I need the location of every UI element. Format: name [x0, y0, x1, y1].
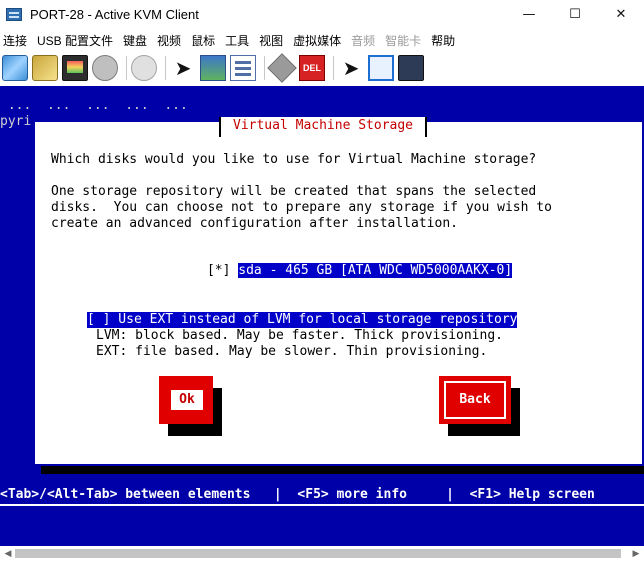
dialog-shadow	[41, 466, 644, 474]
capture-icon[interactable]	[92, 55, 118, 81]
menu-smart-card: 智能卡	[385, 33, 422, 48]
ok-button[interactable]: Ok	[159, 376, 213, 424]
back-button[interactable]: Back	[439, 376, 511, 424]
maximize-button[interactable]: ☐	[552, 0, 598, 28]
toolbar-separator	[333, 56, 334, 80]
disc-icon[interactable]	[131, 55, 157, 81]
ctrl-alt-del-icon[interactable]: DEL	[299, 55, 325, 81]
console-status-bar: <Tab>/<Alt-Tab> between elements | <F5> …	[0, 486, 644, 504]
console-bottom-strip	[0, 504, 644, 506]
dialog-description-line: disks. You can choose not to prepare any…	[51, 200, 552, 215]
menu-usb-profile[interactable]: USB 配置文件	[34, 32, 120, 49]
title-bar: PORT-28 - Active KVM Client — ☐ ✕	[0, 0, 644, 28]
window-controls: — ☐ ✕	[506, 0, 644, 28]
horizontal-scrollbar[interactable]: ◀ ▶	[0, 546, 644, 561]
menu-audio: 音频	[351, 33, 376, 48]
menu-help[interactable]: 帮助	[428, 32, 462, 49]
background-console-text: ... ... ... ... ...	[0, 98, 188, 113]
ext-note: EXT: file based. May be slower. Thin pro…	[96, 344, 488, 359]
back-button-label[interactable]: Back	[444, 381, 506, 419]
close-button[interactable]: ✕	[598, 0, 644, 28]
connect-icon[interactable]	[2, 55, 28, 81]
vm-storage-dialog: Virtual Machine Storage Which disks woul…	[33, 117, 644, 466]
menu-connection[interactable]: 连接	[0, 32, 34, 49]
dialog-description-line: One storage repository will be created t…	[51, 184, 537, 199]
menu-bar: 连接 USB 配置文件 键盘 视频 鼠标 工具 视图 虚拟媒体 音频 智能卡 帮…	[0, 28, 644, 52]
disk-checkbox[interactable]: [*]	[207, 263, 230, 278]
dialog-title: Virtual Machine Storage	[219, 117, 428, 137]
menu-view[interactable]: 视图	[256, 32, 290, 49]
disk-list-item[interactable]: [*] sda - 465 GB [ATA WDC WD5000AAKX-0]	[160, 247, 513, 295]
single-cursor-icon[interactable]: ➤	[338, 55, 364, 81]
toolbar-separator	[264, 56, 265, 80]
session-icon[interactable]	[32, 55, 58, 81]
scroll-left-icon[interactable]: ◀	[2, 546, 14, 561]
dialog-question: Which disks would you like to use for Vi…	[51, 152, 537, 167]
menu-keyboard[interactable]: 键盘	[120, 32, 154, 49]
disk-label: sda - 465 GB [ATA WDC WD5000AAKX-0]	[238, 263, 513, 278]
menu-video[interactable]: 视频	[154, 32, 188, 49]
lvm-note: LVM: block based. May be faster. Thick p…	[96, 328, 503, 343]
toolbar-separator	[126, 56, 127, 80]
sync-icon[interactable]	[200, 55, 226, 81]
menu-mouse[interactable]: 鼠标	[188, 32, 222, 49]
toolbar-separator	[165, 56, 166, 80]
ok-button-label[interactable]: Ok	[171, 390, 203, 410]
video-icon[interactable]	[62, 55, 88, 81]
kvm-app-icon	[6, 7, 22, 21]
dialog-description-line: create an advanced configuration after i…	[51, 216, 458, 231]
keyboard-icon[interactable]	[267, 53, 297, 83]
menu-tools[interactable]: 工具	[222, 32, 256, 49]
scroll-thumb[interactable]	[15, 549, 621, 558]
background-console-text: pyri	[0, 114, 32, 129]
macro-icon[interactable]	[398, 55, 424, 81]
menu-virtual-media[interactable]: 虚拟媒体	[290, 32, 348, 49]
kvm-screen[interactable]: ... ... ... ... ... pyri Virtual Machine…	[0, 86, 644, 546]
window-title: PORT-28 - Active KVM Client	[30, 6, 199, 22]
fullscreen-icon[interactable]	[368, 55, 394, 81]
ext-storage-option[interactable]: [ ] Use EXT instead of LVM for local sto…	[87, 312, 518, 328]
pointer-icon[interactable]: ➤	[170, 55, 196, 81]
minimize-button[interactable]: —	[506, 0, 552, 28]
settings-icon[interactable]	[230, 55, 256, 81]
scroll-right-icon[interactable]: ▶	[630, 546, 642, 561]
toolbar: ➤ DEL ➤	[0, 52, 644, 84]
